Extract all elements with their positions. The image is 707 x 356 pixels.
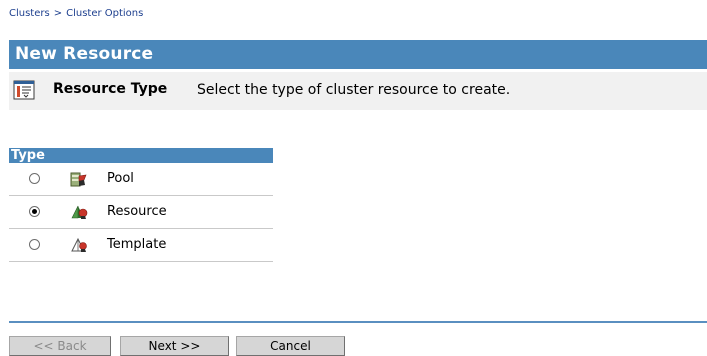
type-row-pool[interactable]: Pool [9,163,273,196]
type-table: Type Pool Resource Template [9,148,273,262]
breadcrumb-clusters[interactable]: Clusters [9,8,50,19]
resource-icon [69,203,89,221]
footer-divider [9,321,707,323]
breadcrumb: Clusters > Cluster Options [9,8,143,19]
type-row-template[interactable]: Template [9,229,273,262]
description-label: Resource Type [53,81,168,97]
pool-radio[interactable] [29,173,40,184]
description-bar: Resource Type Select the type of cluster… [9,72,707,110]
resource-radio[interactable] [29,206,40,217]
breadcrumb-separator: > [53,8,63,19]
back-button[interactable]: << Back [9,336,111,356]
cancel-button[interactable]: Cancel [236,336,345,356]
pool-label: Pool [107,171,134,186]
task-icon [13,80,35,100]
resource-label: Resource [107,204,167,219]
type-table-header: Type [9,148,273,163]
template-radio[interactable] [29,239,40,250]
description-text: Select the type of cluster resource to c… [197,82,511,98]
page-title: New Resource [9,40,707,69]
next-button[interactable]: Next >> [120,336,229,356]
breadcrumb-cluster-options[interactable]: Cluster Options [66,8,143,19]
type-row-resource[interactable]: Resource [9,196,273,229]
template-label: Template [107,237,167,252]
template-icon [69,236,89,254]
pool-icon [69,170,89,188]
